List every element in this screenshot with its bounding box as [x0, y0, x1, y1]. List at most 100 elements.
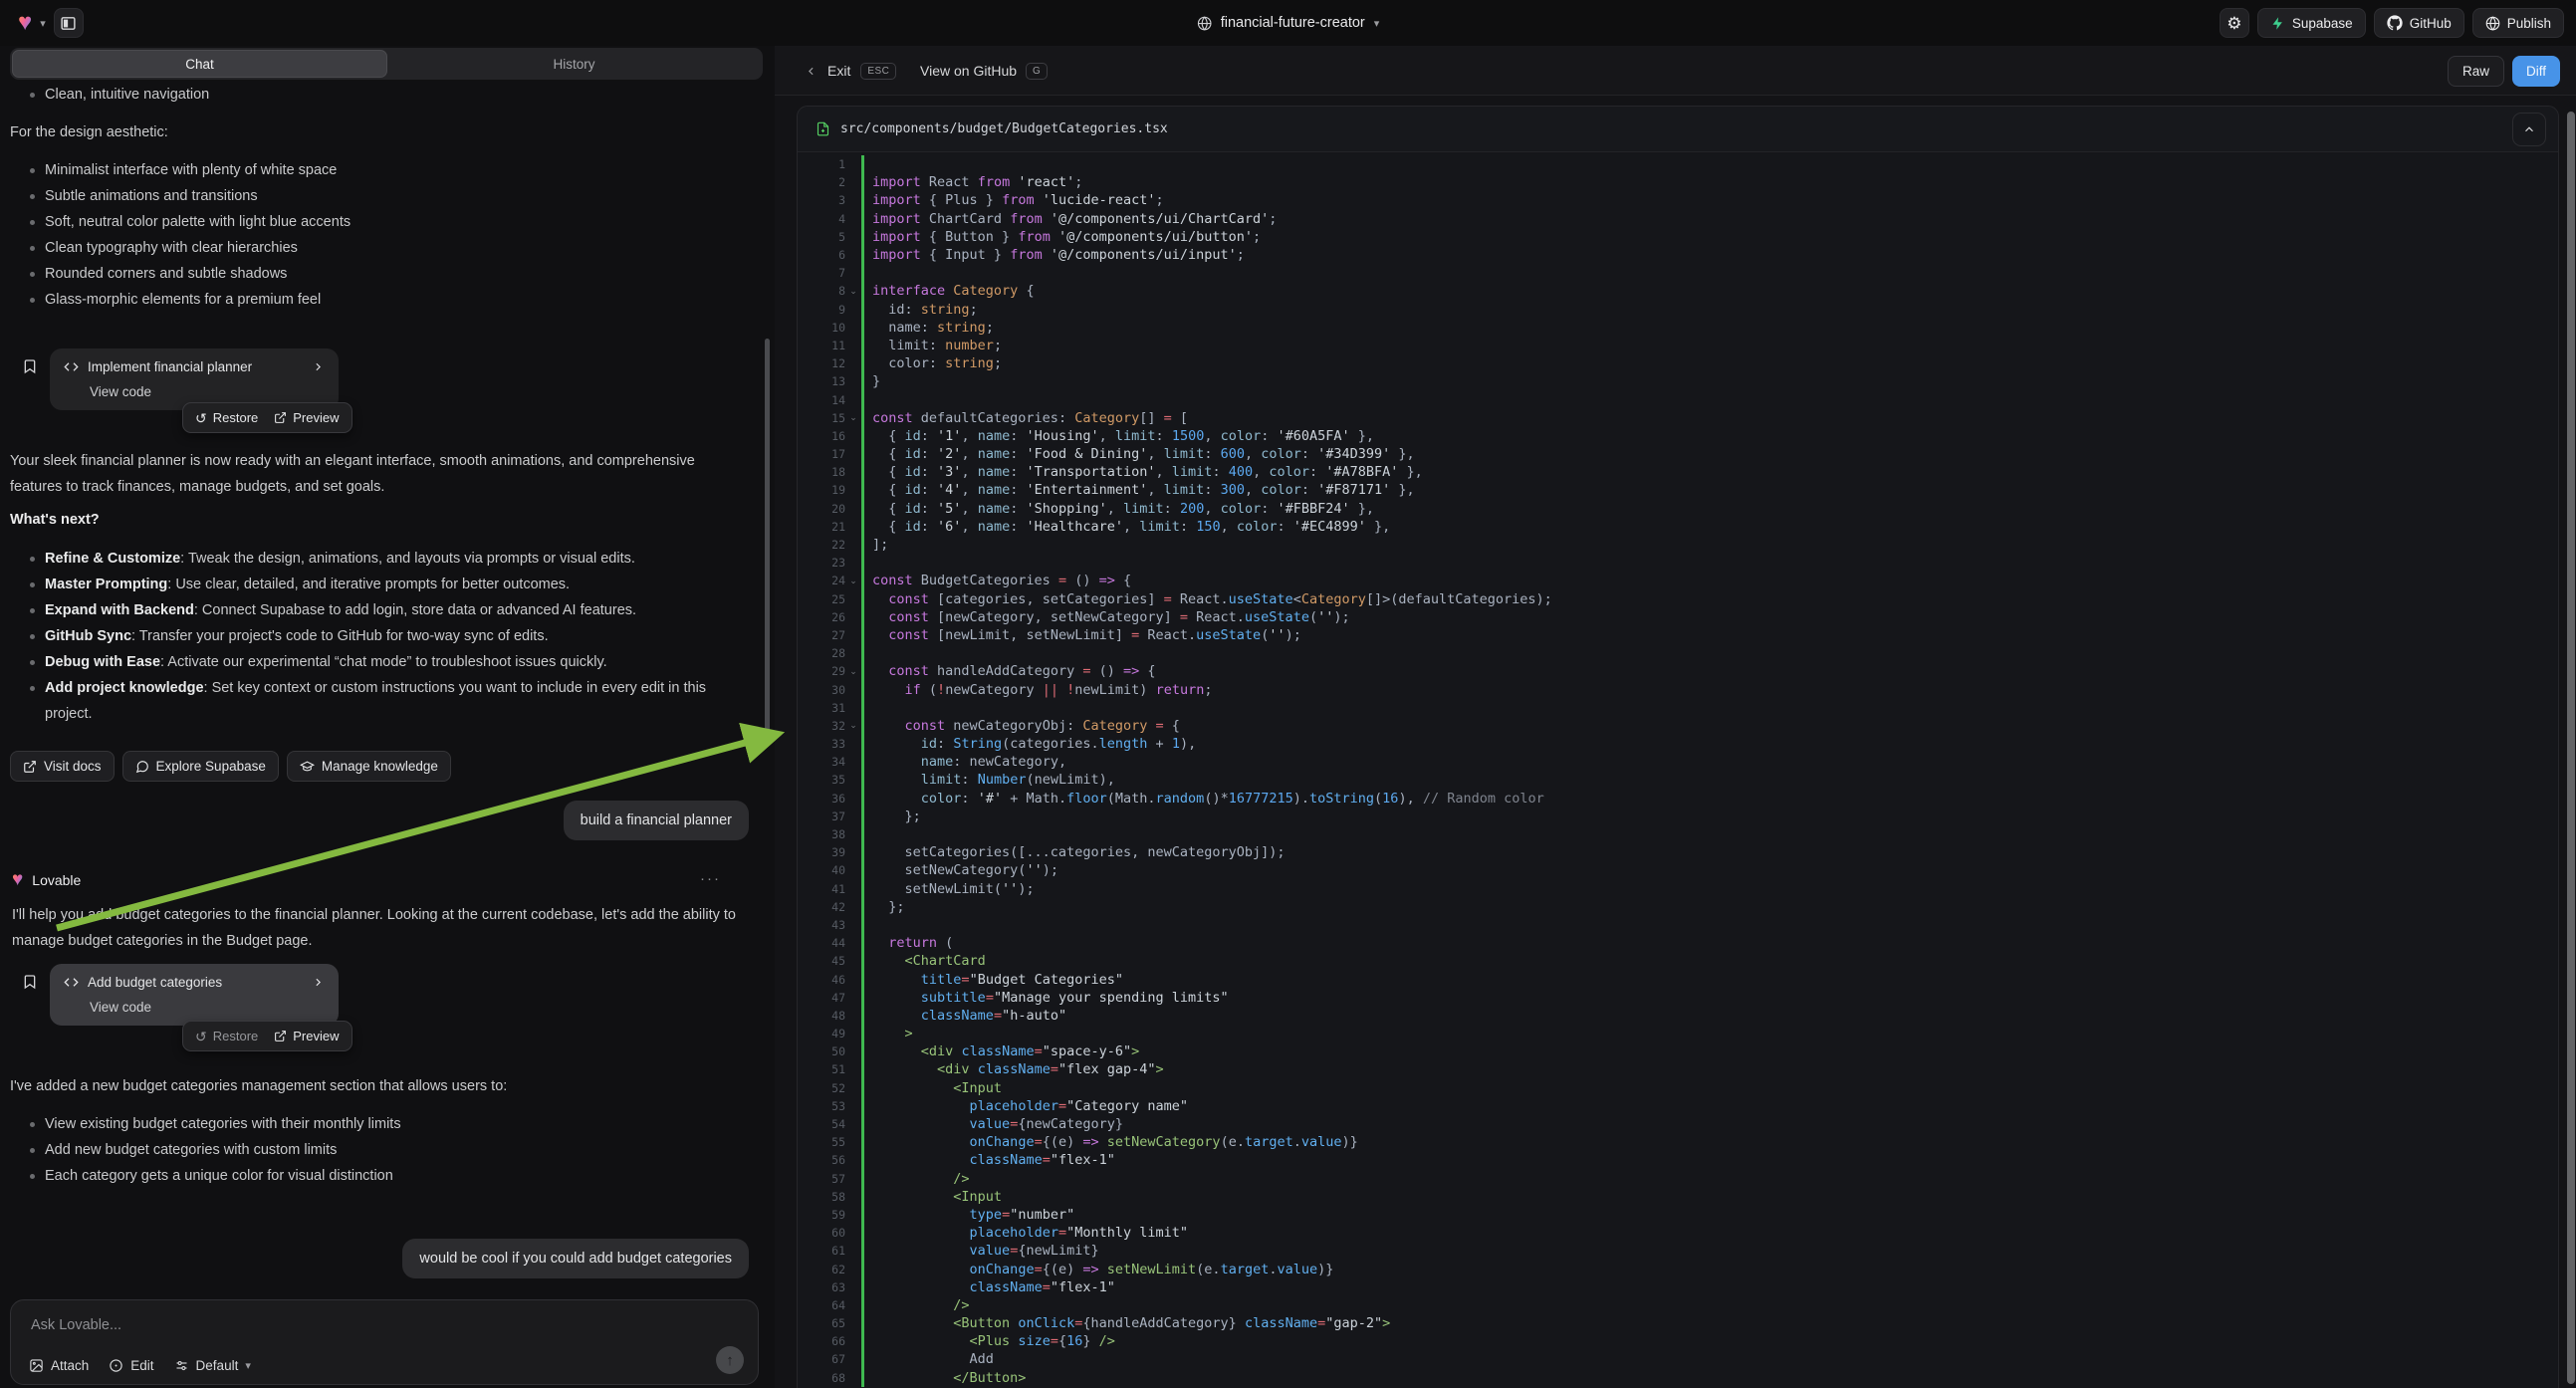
- code-line: 35 limit: Number(newLimit),: [798, 771, 2558, 789]
- code-line: 54 value={newCategory}: [798, 1115, 2558, 1133]
- visit-docs-button[interactable]: Visit docs: [10, 751, 115, 782]
- view-code-link[interactable]: View code: [90, 384, 325, 399]
- fold-toggle-icon[interactable]: ⌄: [845, 287, 861, 296]
- design-bullet-list: Minimalist interface with plenty of whit…: [0, 157, 753, 313]
- restore-button[interactable]: ↺Restore: [195, 1029, 258, 1043]
- code-line: 9 id: string;: [798, 301, 2558, 319]
- bullet-dot: [30, 298, 35, 303]
- chat-input-box[interactable]: Ask Lovable... Attach Edit Default ▾ ↑: [10, 1299, 759, 1385]
- line-number: 50: [798, 1044, 845, 1058]
- code-line: 67 Add: [798, 1350, 2558, 1368]
- assistant-ready-text: Your sleek financial planner is now read…: [0, 448, 742, 500]
- bookmark-icon[interactable]: [22, 974, 38, 990]
- fold-toggle-icon[interactable]: ⌄: [845, 721, 861, 730]
- settings-button[interactable]: ⚙: [2220, 8, 2249, 38]
- code-icon: [64, 975, 79, 990]
- design-bullet: Rounded corners and subtle shadows: [0, 261, 753, 287]
- preview-button[interactable]: Preview: [274, 410, 339, 425]
- change-card-implement-financial-planner[interactable]: Implement financial planner View code: [50, 348, 339, 410]
- code-line: 14: [798, 390, 2558, 408]
- view-on-github-label: View on GitHub: [920, 63, 1017, 79]
- line-number: 41: [798, 882, 845, 896]
- line-number: 67: [798, 1352, 845, 1366]
- bullet-dot: [30, 168, 35, 173]
- logo-chevron-down-icon[interactable]: ▾: [40, 17, 46, 30]
- explore-supabase-button[interactable]: Explore Supabase: [122, 751, 279, 782]
- code-text: import { Plus } from 'lucide-react';: [864, 192, 1164, 208]
- bullet-dot: [30, 608, 35, 613]
- code-diff-area[interactable]: 12import React from 'react';3import { Pl…: [798, 152, 2558, 1388]
- exit-control[interactable]: Exit ESC: [805, 46, 896, 96]
- collapse-file-button[interactable]: [2512, 113, 2546, 146]
- bullet-text: Refine & Customize: Tweak the design, an…: [45, 546, 635, 572]
- tab-chat[interactable]: Chat: [12, 50, 387, 78]
- code-line: 46 title="Budget Categories": [798, 970, 2558, 988]
- github-button[interactable]: GitHub: [2374, 8, 2464, 38]
- change-card-title: Add budget categories: [88, 975, 303, 990]
- code-text: { id: '5', name: 'Shopping', limit: 200,…: [864, 501, 1374, 517]
- code-text: className="flex-1": [864, 1152, 1115, 1168]
- bullet-text: Add project knowledge: Set key context o…: [45, 675, 732, 727]
- preview-button[interactable]: Preview: [274, 1029, 339, 1043]
- attach-button[interactable]: Attach: [29, 1358, 89, 1373]
- supabase-button[interactable]: Supabase: [2257, 8, 2366, 38]
- line-number: 17: [798, 447, 845, 461]
- chevron-down-icon: ▾: [245, 1359, 251, 1372]
- line-number: 12: [798, 356, 845, 370]
- code-text: >: [864, 1026, 913, 1041]
- line-number: 52: [798, 1081, 845, 1095]
- fold-toggle-icon[interactable]: ⌄: [845, 577, 861, 585]
- line-number: 51: [798, 1062, 845, 1076]
- view-code-link[interactable]: View code: [90, 1000, 325, 1015]
- code-line: 59 type="number": [798, 1206, 2558, 1224]
- code-text: color: string;: [864, 355, 1002, 371]
- bullet-text: Master Prompting: Use clear, detailed, a…: [45, 572, 570, 597]
- code-line: 28: [798, 644, 2558, 662]
- chevron-right-icon: [312, 360, 325, 373]
- line-number: 23: [798, 556, 845, 570]
- restore-button[interactable]: ↺Restore: [195, 410, 258, 425]
- window-scrollbar-thumb[interactable]: [2567, 112, 2575, 1384]
- code-line: 10 name: string;: [798, 319, 2558, 337]
- diff-button[interactable]: Diff: [2512, 56, 2560, 87]
- line-number: 59: [798, 1208, 845, 1222]
- code-text: limit: Number(newLimit),: [864, 772, 1115, 788]
- raw-button[interactable]: Raw: [2448, 56, 2504, 87]
- lovable-logo-icon[interactable]: ♥: [18, 11, 32, 35]
- file-header[interactable]: src/components/budget/BudgetCategories.t…: [798, 107, 2558, 152]
- external-link-icon: [23, 760, 37, 774]
- tab-history[interactable]: History: [387, 50, 761, 78]
- line-number: 49: [798, 1027, 845, 1041]
- external-link-icon: [274, 1030, 287, 1042]
- diff-added-bar: [861, 916, 864, 934]
- line-number: 65: [798, 1316, 845, 1330]
- manage-knowledge-button[interactable]: Manage knowledge: [287, 751, 451, 782]
- chat-message-list[interactable]: Clean, intuitive navigation For the desi…: [0, 82, 775, 1298]
- publish-button[interactable]: Publish: [2472, 8, 2564, 38]
- sidebar-toggle-button[interactable]: [54, 8, 84, 38]
- fold-toggle-icon[interactable]: ⌄: [845, 667, 861, 676]
- fold-toggle-icon[interactable]: ⌄: [845, 413, 861, 422]
- line-number: 55: [798, 1135, 845, 1149]
- send-button[interactable]: ↑: [716, 1346, 744, 1374]
- assistant-name: Lovable: [32, 872, 81, 888]
- bookmark-icon[interactable]: [22, 358, 38, 374]
- view-on-github-link[interactable]: View on GitHub G: [920, 46, 1048, 96]
- design-bullet: Minimalist interface with plenty of whit…: [0, 157, 753, 183]
- user-message-bubble: would be cool if you could add budget ca…: [402, 1239, 749, 1278]
- line-number: 20: [798, 502, 845, 516]
- code-text: }: [864, 373, 880, 389]
- chat-scrollbar-thumb[interactable]: [765, 339, 770, 742]
- message-more-options-icon[interactable]: ···: [700, 870, 721, 887]
- project-switcher[interactable]: financial-future-creator ▾: [1197, 0, 1380, 46]
- tab-chat-label: Chat: [185, 57, 214, 72]
- change-card-add-budget-categories[interactable]: Add budget categories View code: [50, 964, 339, 1026]
- line-number: 10: [798, 321, 845, 335]
- code-text: { id: '2', name: 'Food & Dining', limit:…: [864, 446, 1415, 462]
- edit-button[interactable]: Edit: [109, 1358, 153, 1373]
- whats-next-bullet: GitHub Sync: Transfer your project's cod…: [0, 623, 753, 649]
- line-number: 7: [798, 266, 845, 280]
- manage-knowledge-label: Manage knowledge: [322, 759, 438, 774]
- panel-left-icon: [60, 15, 77, 32]
- chat-mode-selector[interactable]: Default ▾: [174, 1358, 251, 1373]
